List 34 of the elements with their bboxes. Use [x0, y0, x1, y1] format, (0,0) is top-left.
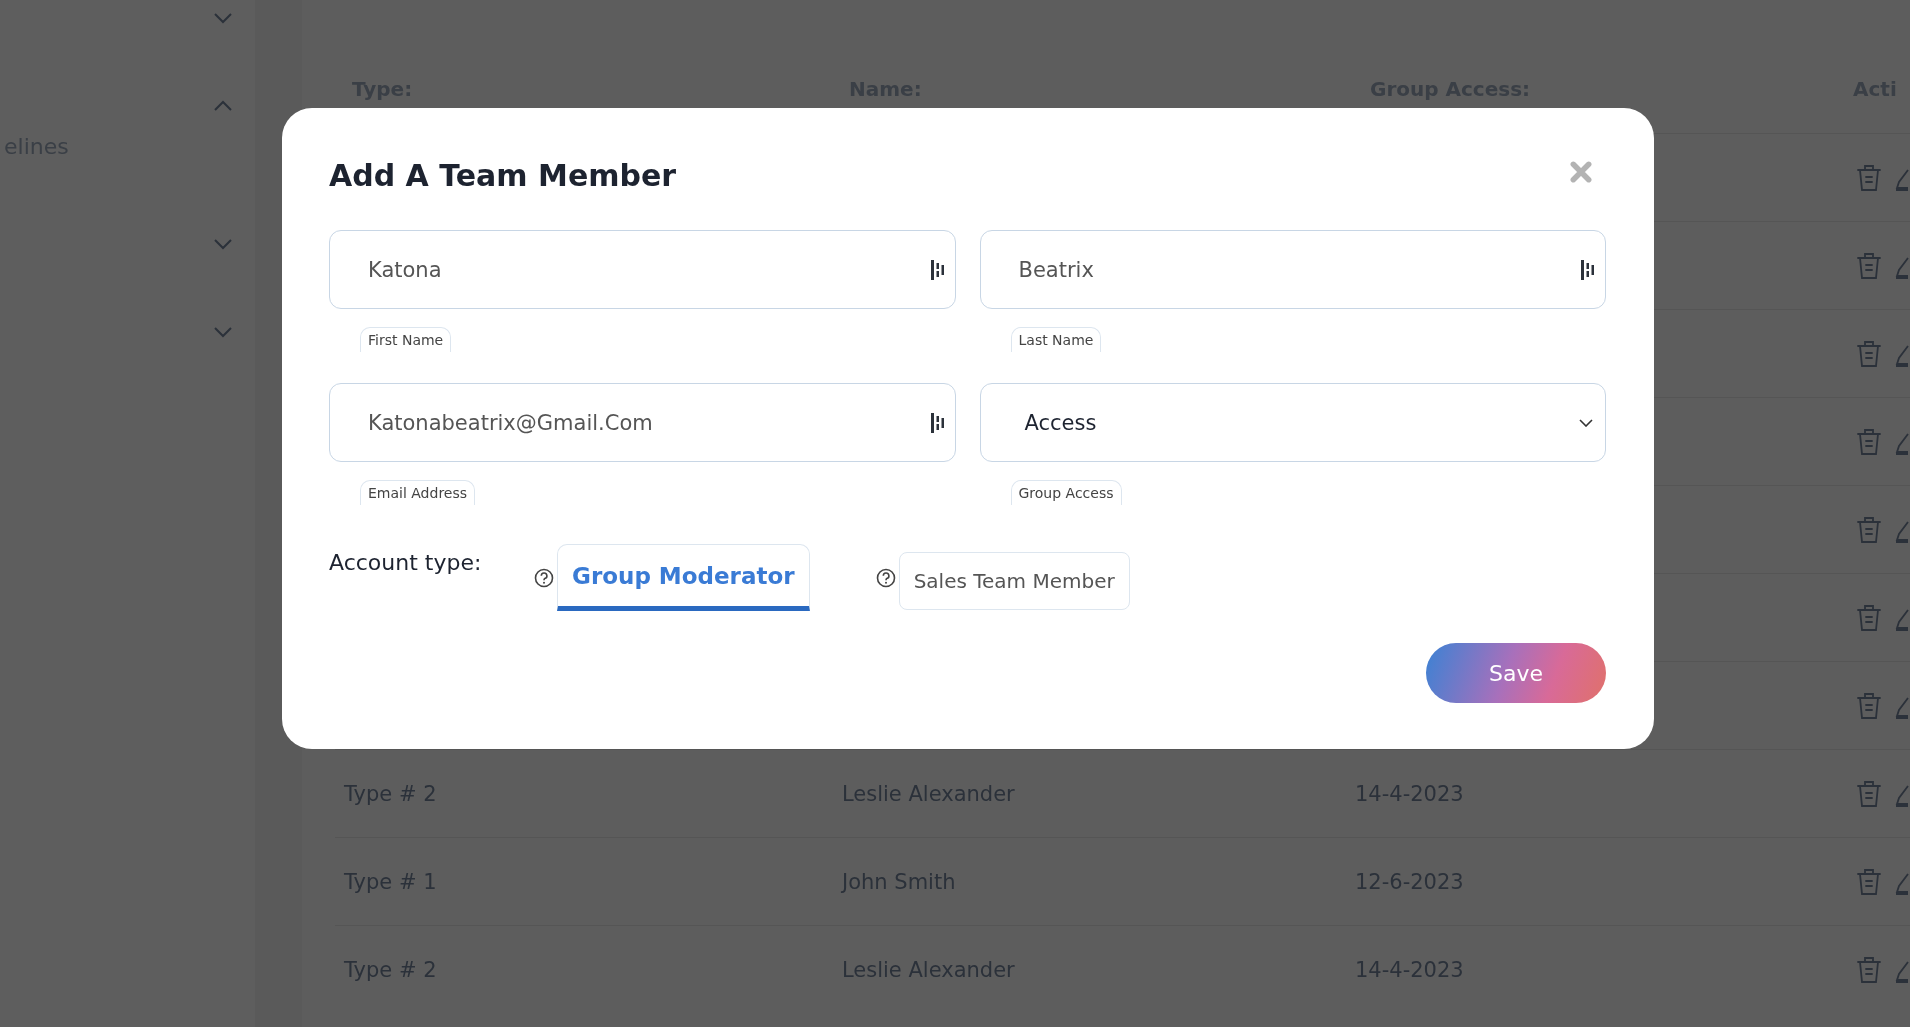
- chevron-down-icon[interactable]: [213, 238, 233, 250]
- bars-icon[interactable]: [930, 412, 945, 433]
- help-icon[interactable]: [534, 567, 554, 588]
- save-button[interactable]: Save: [1426, 643, 1606, 703]
- help-icon[interactable]: [875, 567, 896, 588]
- access-dropdown[interactable]: Access: [979, 383, 1606, 462]
- bars-icon[interactable]: [1581, 259, 1595, 280]
- trash-icon[interactable]: [1857, 867, 1881, 896]
- close-icon[interactable]: [1570, 160, 1592, 183]
- account-type-label: Account type:: [329, 550, 483, 575]
- trash-icon[interactable]: [1857, 955, 1881, 984]
- account-type-tab[interactable]: Sales Team Member: [898, 552, 1130, 610]
- field-label: Last Name: [1010, 327, 1102, 352]
- trash-icon[interactable]: [1857, 691, 1881, 720]
- trash-icon[interactable]: [1857, 427, 1881, 456]
- field-label: Email Address: [360, 480, 476, 505]
- chevron-down-icon[interactable]: [213, 12, 233, 24]
- dialog-title: Add A Team Member: [329, 158, 677, 193]
- field-label: First Name: [360, 327, 452, 352]
- field-label: Group Access: [1010, 480, 1122, 505]
- input-field[interactable]: Beatrix: [979, 230, 1606, 309]
- account-type-tab[interactable]: Group Moderator: [557, 544, 810, 611]
- trash-icon[interactable]: [1857, 163, 1881, 192]
- caret-icon: [1579, 418, 1593, 427]
- chevron-down-icon[interactable]: [213, 326, 233, 338]
- trash-icon[interactable]: [1857, 251, 1881, 280]
- input-field[interactable]: Katonabeatrix@Gmail.Com: [329, 383, 956, 462]
- trash-icon[interactable]: [1857, 779, 1881, 808]
- trash-icon[interactable]: [1857, 515, 1881, 544]
- trash-icon[interactable]: [1857, 603, 1881, 632]
- bars-icon[interactable]: [930, 259, 945, 280]
- input-field[interactable]: Katona: [329, 230, 956, 309]
- trash-icon[interactable]: [1857, 339, 1881, 368]
- chevron-up-icon[interactable]: [213, 100, 233, 112]
